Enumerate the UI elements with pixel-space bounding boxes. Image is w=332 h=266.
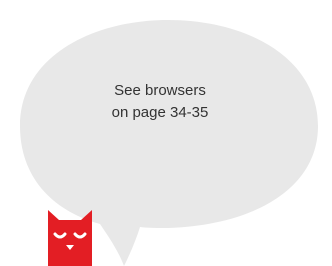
callout-line-2: on page 34-35 xyxy=(111,104,209,121)
callout-line-1: See browsers xyxy=(114,82,206,99)
callout-stage: See browsers on page 34-35 xyxy=(0,0,332,266)
mascot-head xyxy=(48,210,92,266)
sleepy-cat-mascot-icon xyxy=(48,210,92,266)
callout-text: See browsers on page 34-35 xyxy=(70,80,250,124)
